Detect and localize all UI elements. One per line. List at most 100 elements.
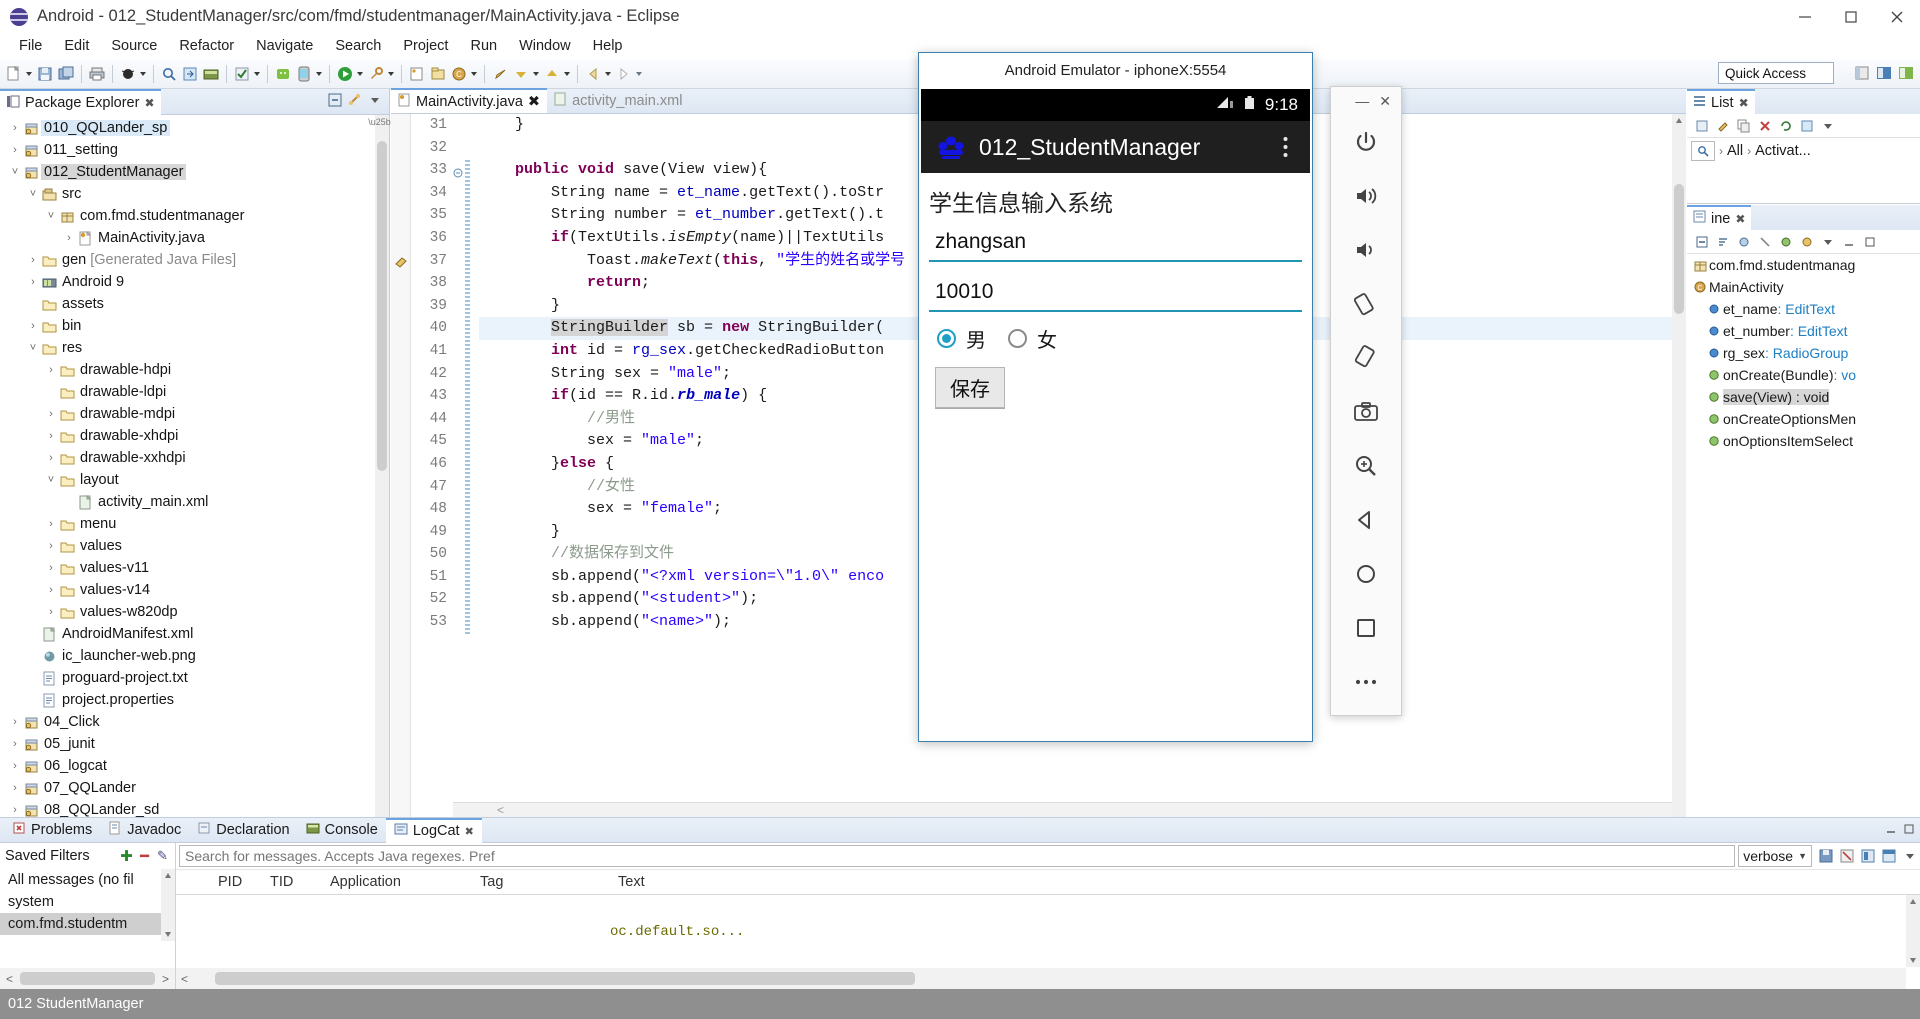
zoom-icon[interactable] — [1339, 439, 1393, 493]
column-tid[interactable]: TID — [260, 874, 320, 890]
fold-toggle-icon[interactable] — [453, 166, 463, 178]
radio-male-label[interactable]: 男 — [966, 324, 986, 353]
minimize-button[interactable] — [1782, 0, 1828, 33]
logcat-search-input[interactable]: Search for messages. Accepts Java regexe… — [179, 845, 1736, 867]
menu-navigate[interactable]: Navigate — [245, 36, 324, 56]
outline-item[interactable]: onCreateOptionsMen — [1687, 408, 1920, 430]
tree-item-values[interactable]: › values — [0, 535, 375, 557]
print-icon[interactable] — [87, 64, 107, 84]
save-all-icon[interactable] — [56, 64, 76, 84]
new-package-icon[interactable] — [428, 64, 448, 84]
tab-list[interactable]: List ✖ — [1687, 88, 1755, 115]
close-icon[interactable]: ✖ — [1735, 212, 1745, 226]
menu-help[interactable]: Help — [582, 36, 634, 56]
back-icon[interactable] — [1339, 493, 1393, 547]
tree-item-011-setting[interactable]: › 011_setting — [0, 139, 375, 161]
editor-horizontal-scrollbar[interactable]: < — [453, 802, 1672, 817]
outline-item[interactable]: save(View) : void — [1687, 386, 1920, 408]
menu-edit[interactable]: Edit — [53, 36, 100, 56]
scroll-thumb[interactable] — [377, 141, 387, 471]
edit-filter-icon[interactable]: ✎ — [155, 848, 170, 864]
tree-item-menu[interactable]: › menu — [0, 513, 375, 535]
outline-minimize-icon[interactable] — [1841, 234, 1856, 249]
table-row[interactable]: oc.default.so... — [176, 921, 1906, 943]
outline-menu-icon[interactable] — [1820, 234, 1835, 249]
tab-activity-main-xml[interactable]: activity_main.xml — [547, 88, 689, 113]
close-icon[interactable]: ✖ — [528, 94, 540, 110]
menu-run[interactable]: Run — [459, 36, 508, 56]
chevron-right-icon[interactable]: › — [8, 144, 22, 156]
tree-item-drawable-ldpi[interactable]: drawable-ldpi — [0, 381, 375, 403]
marker-gutter[interactable] — [391, 114, 411, 817]
tree-item-04-click[interactable]: › 04_Click — [0, 711, 375, 733]
chevron-right-icon[interactable]: › — [8, 122, 22, 134]
external-tools-icon[interactable] — [366, 64, 386, 84]
device-details-icon[interactable] — [1799, 118, 1814, 133]
logcat-menu-icon[interactable] — [1902, 849, 1917, 864]
chevron-right-icon[interactable]: › — [8, 782, 22, 794]
next-annotation-dropdown-icon[interactable] — [532, 64, 541, 84]
menu-window[interactable]: Window — [508, 36, 582, 56]
scroll-right-icon[interactable]: > — [158, 972, 173, 986]
editor-vertical-scrollbar[interactable] — [1672, 114, 1686, 817]
close-button[interactable] — [1874, 0, 1920, 33]
menu-search[interactable]: Search — [324, 36, 392, 56]
tab-outline[interactable]: ine ✖ — [1687, 204, 1752, 231]
new-device-icon[interactable] — [1694, 118, 1709, 133]
collapse-all-icon[interactable] — [327, 92, 343, 111]
save-log-icon[interactable] — [1818, 849, 1833, 864]
scroll-down-icon[interactable] — [1906, 953, 1920, 967]
tree-item-src[interactable]: ˅ src — [0, 183, 375, 205]
edit-device-icon[interactable] — [1715, 118, 1730, 133]
display-view-icon[interactable] — [1881, 849, 1896, 864]
volume-up-icon[interactable] — [1339, 169, 1393, 223]
number-field[interactable]: 10010 — [929, 274, 1302, 312]
minimize-icon[interactable]: — — [1355, 93, 1369, 109]
scroll-left-icon[interactable]: < — [497, 803, 504, 817]
tree-item-project-properties[interactable]: project.properties — [0, 689, 375, 711]
menu-file[interactable]: File — [8, 36, 53, 56]
chevron-right-icon[interactable]: › — [44, 408, 58, 420]
scroll-thumb[interactable] — [1674, 184, 1684, 314]
tab-mainactivity-java[interactable]: MainActivity.java ✖ — [391, 88, 548, 113]
overflow-menu-icon[interactable] — [1283, 136, 1288, 158]
quick-access-input[interactable]: Quick Access — [1718, 62, 1834, 84]
tree-item-gen[interactable]: › gen [Generated Java Files] — [0, 249, 375, 271]
android-sdk-icon[interactable] — [273, 64, 293, 84]
scroll-thumb[interactable] — [20, 972, 155, 985]
logcat-horizontal-scrollbar[interactable]: < — [176, 968, 1906, 989]
chevron-right-icon[interactable]: › — [8, 760, 22, 772]
power-icon[interactable] — [1339, 115, 1393, 169]
scroll-up-icon[interactable] — [1906, 895, 1920, 909]
android-emulator-window[interactable]: Android Emulator - iphoneX:5554 9:18 012… — [918, 52, 1313, 742]
tree-item-proguard-project-txt[interactable]: proguard-project.txt — [0, 667, 375, 689]
open-perspective-icon[interactable] — [1852, 63, 1872, 83]
back-nav-dropdown-icon[interactable] — [604, 64, 613, 84]
tab-declaration[interactable]: Declaration — [189, 818, 297, 843]
scroll-thumb[interactable] — [215, 972, 916, 985]
rotate-right-icon[interactable] — [1339, 331, 1393, 385]
screenshot-icon[interactable] — [1339, 385, 1393, 439]
open-type-icon[interactable] — [180, 64, 200, 84]
outline-item[interactable]: et_number : EditText — [1687, 320, 1920, 342]
view-menu-icon[interactable] — [367, 92, 383, 111]
next-annotation-icon[interactable] — [511, 64, 531, 84]
chevron-right-icon[interactable]: › — [44, 430, 58, 442]
tree-item-activity-main-xml[interactable]: activity_main.xml — [0, 491, 375, 513]
filters-scrollbar[interactable] — [161, 869, 175, 941]
outline-item[interactable]: onOptionsItemSelect — [1687, 430, 1920, 452]
chevron-down-icon[interactable]: ˅ — [26, 188, 40, 200]
chevron-right-icon[interactable]: › — [44, 364, 58, 376]
back-nav-icon[interactable] — [583, 64, 603, 84]
tree-item-010-qqlander-sp[interactable]: › 010_QQLander_sp — [0, 117, 375, 139]
console-toolbar-icon[interactable] — [201, 64, 221, 84]
tab-console[interactable]: Console — [298, 818, 386, 843]
minimize-panel-icon[interactable] — [1884, 822, 1898, 839]
filter-activate-label[interactable]: Activat... — [1755, 143, 1811, 159]
outline-tree[interactable]: com.fmd.studentmanag C MainActivity et_name… — [1687, 254, 1920, 452]
tree-item-values-v14[interactable]: › values-v14 — [0, 579, 375, 601]
log-level-select[interactable]: verbose ▼ — [1738, 845, 1812, 867]
close-icon[interactable]: ✕ — [1379, 93, 1391, 110]
close-icon[interactable]: ✖ — [1739, 96, 1749, 110]
add-filter-icon[interactable]: ✚ — [119, 848, 134, 865]
